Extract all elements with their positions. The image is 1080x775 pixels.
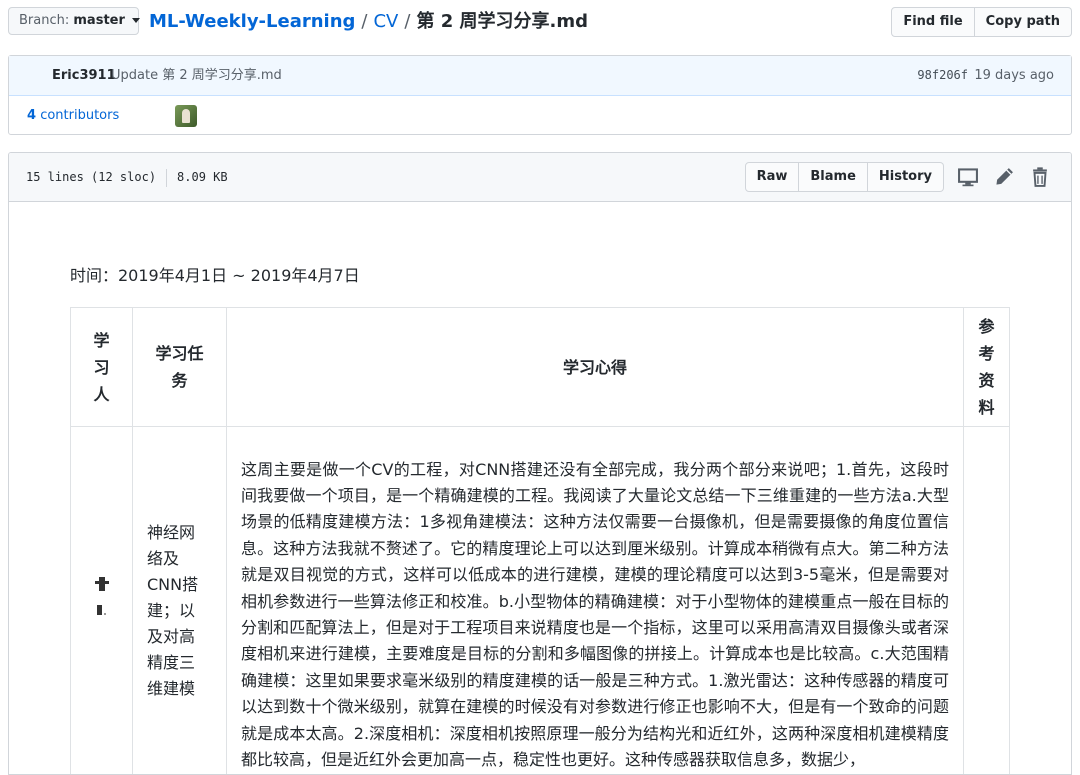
branch-label: Branch: (19, 13, 69, 28)
latest-commit-row: Eric3911 Update 第 2 周学习分享.md 98f206f 19 … (9, 56, 1071, 96)
branch-select-button[interactable]: Branch: master (8, 7, 139, 35)
breadcrumb-repo-link[interactable]: ML-Weekly-Learning (149, 11, 355, 32)
breadcrumb: ML-Weekly-Learning / CV / 第 2 周学习分享.md (149, 9, 588, 35)
table-cell-person (71, 427, 133, 775)
breadcrumb-separator: / (404, 11, 410, 32)
breadcrumb-separator: / (361, 11, 367, 32)
task-text: 神经网络及CNN搭建；以及对高精度三维建模 (147, 520, 205, 702)
chevron-down-icon (132, 18, 140, 23)
trash-icon[interactable] (1029, 166, 1051, 188)
person-image (94, 577, 110, 619)
table-header-task: 学习任务 (133, 308, 227, 427)
table-row: 神经网络及CNN搭建；以及对高精度三维建模 这周主要是做一个CV的工程，对CNN… (71, 427, 1010, 775)
file-line-count: 15 lines (12 sloc) (26, 170, 156, 184)
markdown-body: 时间：2019年4月1日 ~ 2019年4月7日 学习人 学习任务 学习心得 参… (9, 202, 1071, 774)
file-info-divider (166, 169, 167, 187)
contributors-link[interactable]: 4 contributors (27, 96, 119, 135)
commit-time: 19 days ago (974, 56, 1054, 95)
table-header-row: 学习人 学习任务 学习心得 参考资料 (71, 308, 1010, 427)
breadcrumb-folder-link[interactable]: CV (373, 11, 398, 32)
table-cell-ref (964, 427, 1010, 775)
file-nav-button-group: Find file Copy path (891, 7, 1072, 37)
file-info: 15 lines (12 sloc) 8.09 KB (26, 153, 228, 201)
file-header: 15 lines (12 sloc) 8.09 KB Raw Blame Hist… (9, 153, 1071, 202)
commit-tease: Eric3911 Update 第 2 周学习分享.md 98f206f 19 … (8, 55, 1072, 135)
table-cell-task: 神经网络及CNN搭建；以及对高精度三维建模 (133, 427, 227, 775)
breadcrumb-file-name: 第 2 周学习分享.md (416, 11, 588, 32)
history-button[interactable]: History (868, 162, 944, 192)
table-header-ref-text: 参考资料 (977, 313, 997, 421)
pencil-icon[interactable] (993, 166, 1015, 188)
table-header-person-text: 学习人 (92, 327, 112, 408)
contributors-row: 4 contributors (9, 96, 1071, 135)
contributor-avatar[interactable] (175, 105, 197, 127)
file-navigation: Branch: master ML-Weekly-Learning / CV / 第 2… (8, 6, 1072, 38)
table-header-task-text: 学习任务 (151, 340, 209, 394)
table-header-ref: 参考资料 (964, 308, 1010, 427)
doc-table: 学习人 学习任务 学习心得 参考资料 神经网络及CNN搭建；以及对高精度三维建模… (70, 307, 1010, 775)
blame-button[interactable]: Blame (799, 162, 868, 192)
table-cell-notes: 这周主要是做一个CV的工程，对CNN搭建还没有全部完成，我分两个部分来说吧；1.… (227, 427, 964, 775)
commit-message-link[interactable]: Update 第 2 周学习分享.md (111, 56, 282, 95)
commit-author-link[interactable]: Eric3911 (52, 56, 116, 95)
desktop-icon[interactable] (957, 166, 979, 188)
commit-sha-link[interactable]: 98f206f (917, 56, 968, 95)
file-size: 8.09 KB (177, 170, 228, 184)
file-viewer: 15 lines (12 sloc) 8.09 KB Raw Blame Hist… (8, 152, 1072, 775)
contributors-count: 4 (27, 108, 36, 123)
raw-button[interactable]: Raw (745, 162, 800, 192)
branch-name: master (73, 13, 125, 28)
table-header-person: 学习人 (71, 308, 133, 427)
copy-path-button[interactable]: Copy path (975, 7, 1072, 37)
file-actions: Raw Blame History (745, 162, 944, 192)
find-file-button[interactable]: Find file (891, 7, 974, 37)
doc-time-line: 时间：2019年4月1日 ~ 2019年4月7日 (70, 264, 360, 288)
table-header-notes: 学习心得 (227, 308, 964, 427)
contributors-label: contributors (40, 108, 119, 123)
